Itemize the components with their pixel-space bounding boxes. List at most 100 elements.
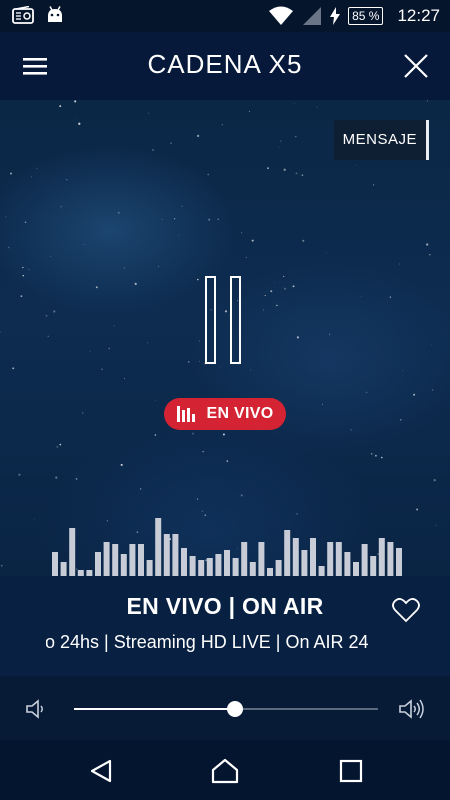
heart-icon[interactable] [392, 597, 420, 623]
star [22, 266, 24, 269]
star [181, 205, 183, 207]
volume-low-icon[interactable] [24, 698, 48, 720]
star [429, 254, 431, 256]
star [301, 174, 304, 176]
now-playing-title: EN VIVO | ON AIR [126, 593, 324, 619]
pause-button[interactable] [205, 276, 245, 364]
star [431, 344, 433, 346]
star [56, 445, 59, 448]
star [192, 432, 194, 435]
star [400, 419, 402, 421]
star [292, 285, 295, 288]
visualizer-bar [215, 554, 222, 576]
star [45, 314, 48, 317]
back-icon[interactable] [88, 758, 116, 784]
star [148, 112, 150, 114]
visualizer-bar [69, 528, 76, 576]
visualizer-bar [344, 552, 351, 576]
star [154, 399, 156, 401]
star [302, 239, 305, 242]
star [154, 434, 157, 436]
star [199, 361, 200, 362]
signal-icon [303, 7, 322, 25]
star [350, 429, 352, 431]
visualizer-bar [327, 542, 334, 576]
message-button[interactable]: MENSAJE [333, 120, 429, 160]
visualizer-bar [249, 562, 256, 576]
system-nav-bar [0, 740, 450, 800]
visualizer-bar [112, 544, 119, 576]
star [66, 179, 68, 181]
visualizer-bar [387, 542, 394, 576]
visualizer-bar [172, 534, 179, 576]
visualizer-bar [284, 530, 291, 576]
live-badge[interactable]: EN VIVO [164, 398, 286, 430]
star [329, 333, 331, 335]
star [55, 476, 58, 479]
status-bar: 85 % 12:27 [0, 0, 450, 32]
star [187, 361, 190, 363]
star [372, 184, 375, 186]
star [95, 286, 98, 289]
volume-thumb[interactable] [227, 701, 244, 717]
star [108, 347, 111, 350]
star [270, 290, 273, 293]
visualizer-bar [146, 560, 153, 576]
star [5, 216, 7, 218]
star [197, 278, 199, 281]
star [365, 391, 368, 394]
star [355, 164, 357, 166]
star [248, 110, 251, 113]
star [240, 494, 243, 497]
star [199, 340, 200, 342]
star [226, 460, 229, 462]
star [296, 336, 300, 339]
star [18, 473, 21, 476]
android-icon [48, 6, 62, 22]
now-playing-panel: EN VIVO | ON AIR vo 24hs | Streaming HD … [0, 576, 450, 676]
visualizer-bar [396, 548, 402, 576]
visualizer-bar [292, 538, 299, 576]
star [220, 366, 222, 368]
star [389, 296, 392, 298]
home-icon[interactable] [211, 758, 239, 784]
star [264, 295, 266, 297]
star [283, 275, 285, 277]
volume-slider[interactable] [74, 701, 378, 717]
star [147, 342, 148, 344]
volume-high-icon[interactable] [398, 698, 426, 720]
recents-icon[interactable] [337, 758, 365, 784]
star [283, 168, 286, 171]
star [161, 218, 163, 220]
close-icon[interactable] [402, 52, 430, 80]
star [28, 268, 30, 270]
pause-icon [230, 276, 241, 364]
visualizer-bar [103, 542, 110, 576]
visualizer-bar [310, 538, 316, 576]
visualizer-bar [361, 544, 368, 576]
visualizer-bar [163, 534, 170, 576]
visualizer-bar [335, 542, 342, 576]
status-time: 12:27 [397, 6, 440, 25]
star [152, 148, 154, 151]
visualizer-bar [189, 556, 196, 576]
star [120, 463, 123, 466]
star [0, 331, 1, 333]
star [360, 295, 362, 297]
star [59, 105, 62, 108]
star [240, 232, 243, 234]
star [83, 244, 85, 246]
star [267, 167, 269, 170]
star [78, 122, 81, 125]
visualizer-bar [198, 560, 205, 576]
radio-icon [12, 6, 34, 24]
star [432, 389, 434, 391]
star [47, 335, 49, 337]
star [117, 211, 120, 214]
visualizer-bar [267, 568, 273, 576]
volume-control [0, 676, 450, 740]
visualizer-bar [232, 558, 239, 576]
star [113, 325, 115, 327]
star [12, 367, 15, 370]
star [251, 239, 254, 242]
